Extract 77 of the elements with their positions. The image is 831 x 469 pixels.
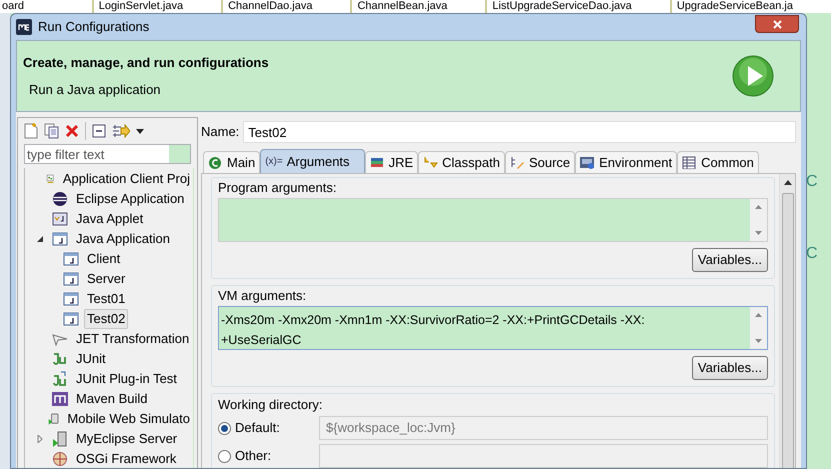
- tree-item[interactable]: Application Client Proj: [60, 169, 193, 189]
- java-application-icon: [52, 231, 68, 247]
- header-message: Run a Java application: [28, 81, 162, 99]
- name-field[interactable]: Test02: [243, 121, 796, 143]
- table-icon: [682, 156, 698, 169]
- group-label: VM arguments:: [218, 287, 308, 306]
- eclipse-application-icon: [52, 191, 68, 207]
- close-icon: [772, 20, 782, 28]
- scroll-up-icon[interactable]: [784, 180, 792, 185]
- editor-text: C: [806, 172, 818, 192]
- delete-icon[interactable]: [65, 124, 79, 138]
- group-label: Working directory:: [218, 396, 324, 414]
- close-button[interactable]: [755, 15, 799, 33]
- tree-item[interactable]: Java Application: [73, 229, 173, 249]
- window-title: Run Configurations: [38, 18, 150, 36]
- junit-icon: [52, 351, 68, 367]
- source-icon: [510, 156, 525, 169]
- expanded-arrow-icon[interactable]: [36, 235, 44, 243]
- radio-label: Default:: [235, 419, 281, 438]
- tab[interactable]: (x)= Arguments: [260, 149, 365, 173]
- variable-icon: (x)=: [265, 154, 283, 169]
- tree-item[interactable]: Maven Build: [73, 389, 151, 409]
- scroll-down-icon[interactable]: [755, 231, 762, 235]
- run-icon: [732, 55, 774, 97]
- group-label: Program arguments:: [218, 179, 338, 198]
- app-logo-icon: [16, 19, 32, 35]
- server-icon: [52, 431, 68, 447]
- java-application-icon: [63, 291, 79, 307]
- duplicate-icon[interactable]: [44, 123, 59, 139]
- tab[interactable]: Common: [677, 151, 759, 173]
- tab[interactable]: JRE: [364, 151, 418, 173]
- header-title: Create, manage, and run configurations: [23, 54, 269, 72]
- tree-item[interactable]: Java Applet: [73, 209, 146, 229]
- tree-item[interactable]: Server: [84, 269, 128, 289]
- collapse-all-icon[interactable]: [92, 124, 106, 138]
- tree-item[interactable]: JUnit Plug-in Test: [73, 369, 180, 389]
- new-config-icon[interactable]: [24, 123, 38, 139]
- tab[interactable]: Main: [203, 151, 260, 173]
- scroll-thumb[interactable]: [782, 193, 794, 468]
- maven-icon: [52, 391, 68, 407]
- collapsed-arrow-icon[interactable]: [36, 435, 44, 443]
- scroll-down-icon[interactable]: [755, 339, 762, 343]
- tree-item[interactable]: JET Transformation: [73, 329, 192, 349]
- variables-button[interactable]: Variables...: [692, 356, 768, 380]
- classpath-icon: [423, 156, 438, 169]
- filter-icon[interactable]: [112, 124, 130, 138]
- books-icon: [370, 156, 385, 169]
- name-label: Name:: [201, 123, 240, 142]
- junit-plugin-icon: [52, 371, 68, 387]
- tree-item[interactable]: Client: [84, 249, 124, 269]
- osgi-icon: [52, 451, 68, 467]
- vm-arguments-field[interactable]: -Xms20m -Xmx20m -Xmn1m -XX:SurvivorRatio=2 -XX:+PrintGCDetails -XX: +UseSerialGC: [218, 306, 768, 350]
- tree-item[interactable]: MyEclipse Server: [73, 429, 180, 449]
- variables-button[interactable]: Variables...: [692, 248, 768, 272]
- applet-icon: [52, 211, 68, 227]
- tab[interactable]: Source: [504, 151, 576, 173]
- radio-label: Other:: [235, 447, 272, 466]
- vm-arguments-text: -Xms20m -Xmx20m -Xmn1m -XX:SurvivorRatio=2 -XX:+PrintGCDetails -XX: +UseSerialGC: [221, 313, 645, 347]
- main-tab-icon: [208, 156, 223, 169]
- java-application-icon: [63, 311, 79, 327]
- java-application-icon: [63, 251, 79, 267]
- tab[interactable]: Classpath: [418, 151, 505, 173]
- java-application-icon: [63, 271, 79, 287]
- mobile-device-icon: [48, 411, 60, 427]
- tree-item[interactable]: Test01: [84, 289, 128, 309]
- tree-item[interactable]: Eclipse Application: [73, 189, 188, 209]
- editor-text: C: [806, 244, 818, 264]
- editor-tab[interactable]: oard: [0, 0, 92, 13]
- tree-item[interactable]: OSGi Framework: [73, 449, 180, 468]
- program-arguments-field[interactable]: [218, 198, 768, 242]
- environment-icon: [580, 156, 596, 169]
- tree-item[interactable]: Mobile Web Simulato: [64, 409, 193, 429]
- tree-item[interactable]: JUnit: [73, 349, 109, 369]
- tree-item[interactable]: Test02: [84, 309, 128, 329]
- tab[interactable]: Environment: [575, 151, 678, 173]
- dropdown-caret-icon[interactable]: [136, 128, 144, 134]
- field-highlight: [169, 145, 190, 163]
